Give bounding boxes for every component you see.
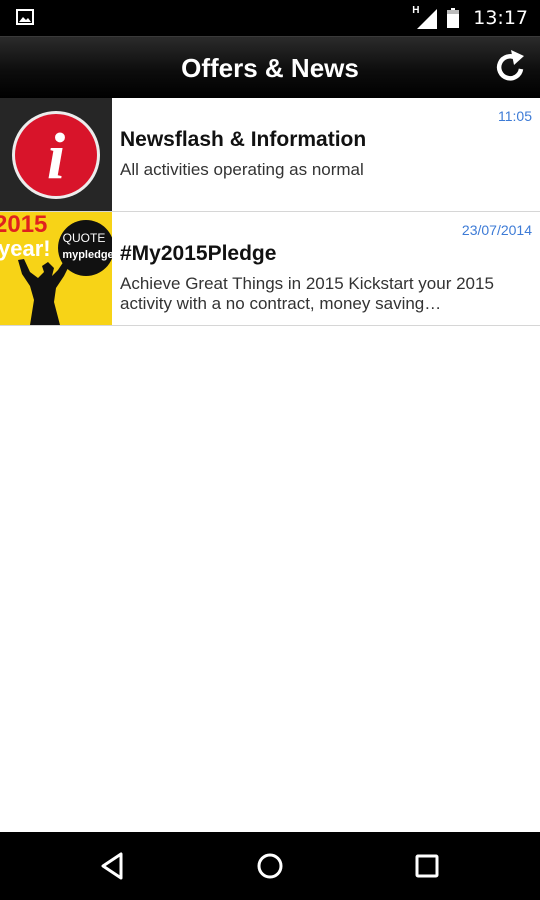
svg-text:i: i	[47, 120, 66, 193]
thumb-quote-text: QUOTE	[63, 231, 106, 245]
item-thumbnail: 2015 year! QUOTE mypledge	[0, 212, 112, 325]
battery-icon	[447, 8, 460, 28]
item-title: Newsflash & Information	[120, 128, 367, 151]
item-description: All activities operating as normal	[120, 160, 364, 179]
image-notification-icon	[16, 9, 34, 25]
thumb-year-line-text: year!	[0, 236, 51, 261]
item-time: 23/07/2014	[461, 222, 532, 238]
info-icon: i	[12, 111, 100, 199]
item-title: #My2015Pledge	[120, 242, 277, 265]
item-description: Achieve Great Things in 2015 Kickstart y…	[120, 274, 494, 313]
signal-icon: H	[412, 5, 438, 29]
home-icon[interactable]	[250, 846, 290, 886]
page-title: Offers & News	[181, 53, 359, 83]
refresh-icon[interactable]	[490, 47, 530, 87]
item-time: 11:05	[498, 108, 532, 124]
list-item[interactable]: i 11:05 Newsflash & Information All acti…	[0, 98, 540, 212]
action-bar: Offers & News	[0, 36, 540, 98]
status-bar: H 13:17	[0, 0, 540, 36]
thumb-code-text: mypledge	[62, 249, 112, 261]
system-nav-bar	[0, 832, 540, 900]
back-icon[interactable]	[93, 846, 133, 886]
list-item[interactable]: 2015 year! QUOTE mypledge 23/07/2014 #My…	[0, 212, 540, 326]
recents-icon[interactable]	[407, 846, 447, 886]
thumb-year-text: 2015	[0, 212, 47, 238]
item-thumbnail: i	[0, 98, 112, 211]
celebrating-figure	[18, 258, 72, 325]
clock: 13:17	[473, 7, 528, 29]
news-list: i 11:05 Newsflash & Information All acti…	[0, 98, 540, 326]
